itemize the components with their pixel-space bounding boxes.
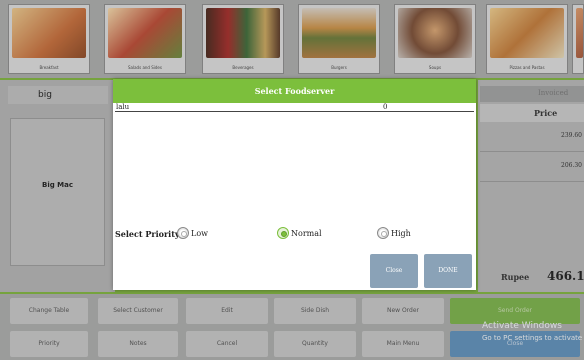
radio-checked-icon [277, 227, 289, 239]
radio-circle-icon [177, 227, 189, 239]
done-button[interactable]: DONE [424, 254, 472, 288]
priority-normal-label: Normal [291, 228, 322, 238]
priority-low-label: Low [191, 228, 208, 238]
radio-circle-icon [377, 227, 389, 239]
priority-normal-radio[interactable]: Normal [277, 226, 322, 240]
dialog-title: Select Foodserver [113, 79, 476, 103]
priority-high-label: High [391, 228, 411, 238]
select-foodserver-dialog: Select Foodserver lalu 0 Select Priority… [113, 79, 476, 290]
priority-label: Select Priority [115, 229, 180, 239]
priority-low-radio[interactable]: Low [177, 226, 208, 240]
close-button[interactable]: Close [370, 254, 418, 288]
foodserver-count: 0 [383, 103, 388, 111]
foodserver-list-item[interactable]: lalu 0 [115, 103, 474, 112]
priority-high-radio[interactable]: High [377, 226, 411, 240]
foodserver-name: lalu [116, 103, 130, 111]
